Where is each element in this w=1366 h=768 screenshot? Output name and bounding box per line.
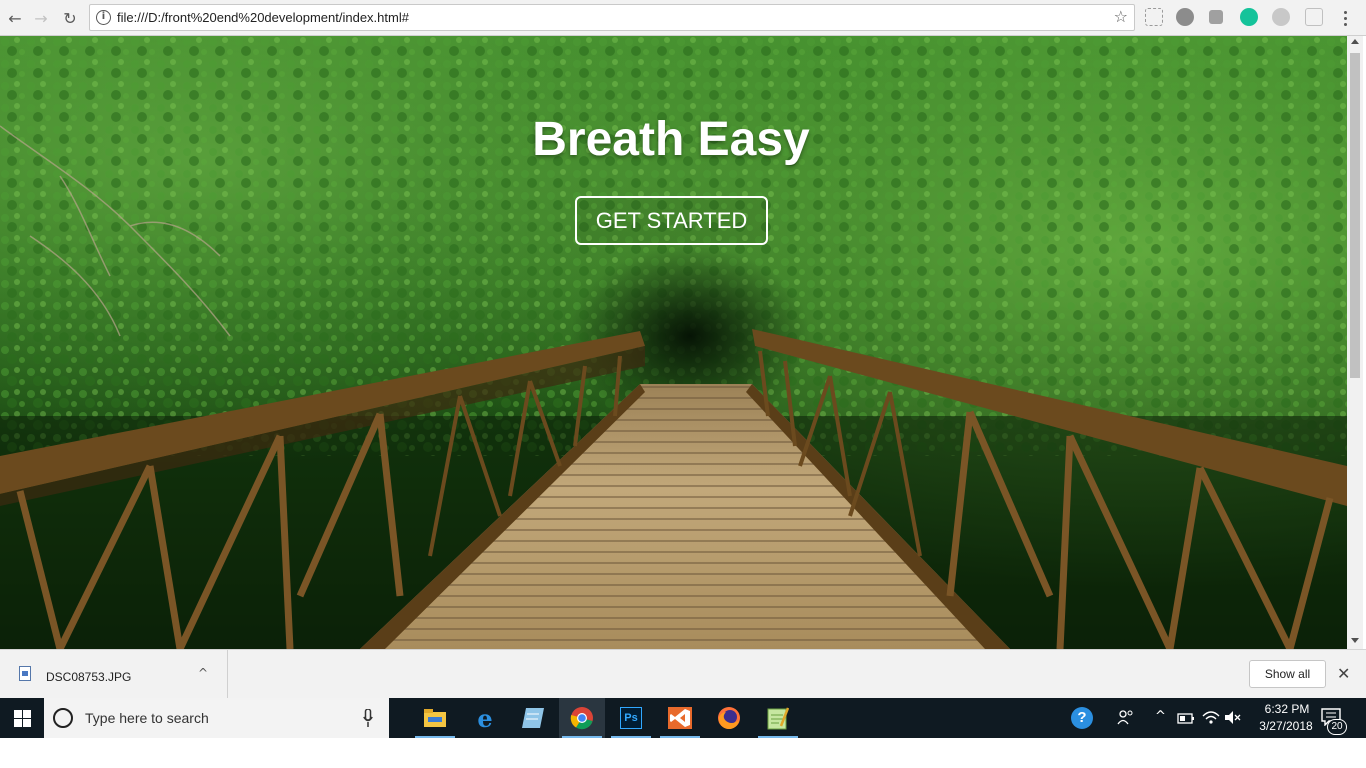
volume-muted-icon[interactable] bbox=[1225, 710, 1241, 725]
scrollbar-thumb[interactable] bbox=[1350, 53, 1360, 378]
photoshop-icon[interactable]: Ps bbox=[608, 698, 654, 738]
chrome-browser-icon[interactable] bbox=[559, 698, 605, 738]
extension-icon[interactable] bbox=[1305, 8, 1323, 26]
firefox-icon[interactable] bbox=[706, 698, 752, 738]
get-started-button[interactable]: GET STARTED bbox=[575, 196, 768, 245]
reload-icon[interactable]: ↻ bbox=[58, 6, 82, 30]
scroll-up-arrow-icon[interactable] bbox=[1351, 39, 1359, 44]
show-hidden-icons-chevron-icon[interactable]: ^ bbox=[1155, 709, 1166, 724]
browser-toolbar: ← → ↻ i file:///D:/front%20end%20develop… bbox=[0, 0, 1366, 36]
search-placeholder[interactable]: Type here to search bbox=[85, 710, 209, 726]
info-icon[interactable]: i bbox=[96, 10, 111, 25]
notepad-app-icon[interactable] bbox=[510, 698, 556, 738]
download-file-name[interactable]: DSC08753.JPG bbox=[46, 670, 131, 684]
windows-taskbar: Type here to search e Ps ? ^ 6:32 PM 3/2… bbox=[0, 698, 1366, 738]
cortana-icon[interactable] bbox=[53, 708, 73, 728]
notepad-plus-plus-icon[interactable] bbox=[755, 698, 801, 738]
download-item[interactable]: DSC08753.JPG ^ bbox=[0, 650, 228, 698]
grammarly-icon[interactable] bbox=[1240, 8, 1258, 26]
vertical-scrollbar[interactable] bbox=[1347, 36, 1363, 649]
people-icon[interactable] bbox=[1117, 709, 1135, 727]
battery-icon[interactable] bbox=[1177, 711, 1195, 724]
taskbar-search-box[interactable]: Type here to search bbox=[44, 698, 389, 738]
wifi-icon[interactable] bbox=[1202, 709, 1220, 725]
extension-icon[interactable] bbox=[1176, 8, 1194, 26]
screenshot-extension-icon[interactable] bbox=[1145, 8, 1163, 26]
edge-browser-icon[interactable]: e bbox=[462, 698, 508, 738]
start-button[interactable] bbox=[0, 698, 44, 738]
page-viewport: Breath Easy GET STARTED bbox=[0, 36, 1347, 649]
forward-icon[interactable]: → bbox=[29, 6, 53, 30]
visual-studio-icon[interactable] bbox=[657, 698, 703, 738]
show-all-button[interactable]: Show all bbox=[1249, 660, 1326, 688]
url-text[interactable]: file:///D:/front%20end%20development/ind… bbox=[117, 10, 409, 25]
windows-logo-icon bbox=[13, 709, 31, 727]
back-icon[interactable]: ← bbox=[3, 6, 27, 30]
help-question-icon[interactable]: ? bbox=[1071, 707, 1093, 729]
address-bar[interactable]: i file:///D:/front%20end%20development/i… bbox=[89, 4, 1135, 31]
image-file-icon bbox=[19, 666, 31, 681]
download-bar: DSC08753.JPG ^ Show all ✕ bbox=[0, 649, 1366, 698]
file-explorer-icon[interactable] bbox=[412, 698, 458, 738]
notification-count-badge: 20 bbox=[1327, 719, 1347, 735]
close-download-bar-icon[interactable]: ✕ bbox=[1337, 664, 1350, 683]
bookmark-star-icon[interactable]: ☆ bbox=[1114, 7, 1128, 26]
desktop-bottom-strip bbox=[0, 738, 1366, 768]
extension-icon[interactable] bbox=[1272, 8, 1290, 26]
scroll-down-arrow-icon[interactable] bbox=[1351, 638, 1359, 643]
download-options-caret-icon[interactable]: ^ bbox=[198, 666, 208, 680]
hero-title: Breath Easy bbox=[532, 113, 810, 166]
extension-icon[interactable] bbox=[1209, 10, 1223, 24]
clock-date[interactable]: 3/27/2018 bbox=[1250, 719, 1322, 733]
microphone-icon[interactable] bbox=[363, 709, 373, 727]
clock-time[interactable]: 6:32 PM bbox=[1253, 702, 1321, 716]
chrome-menu-icon[interactable] bbox=[1338, 6, 1352, 30]
